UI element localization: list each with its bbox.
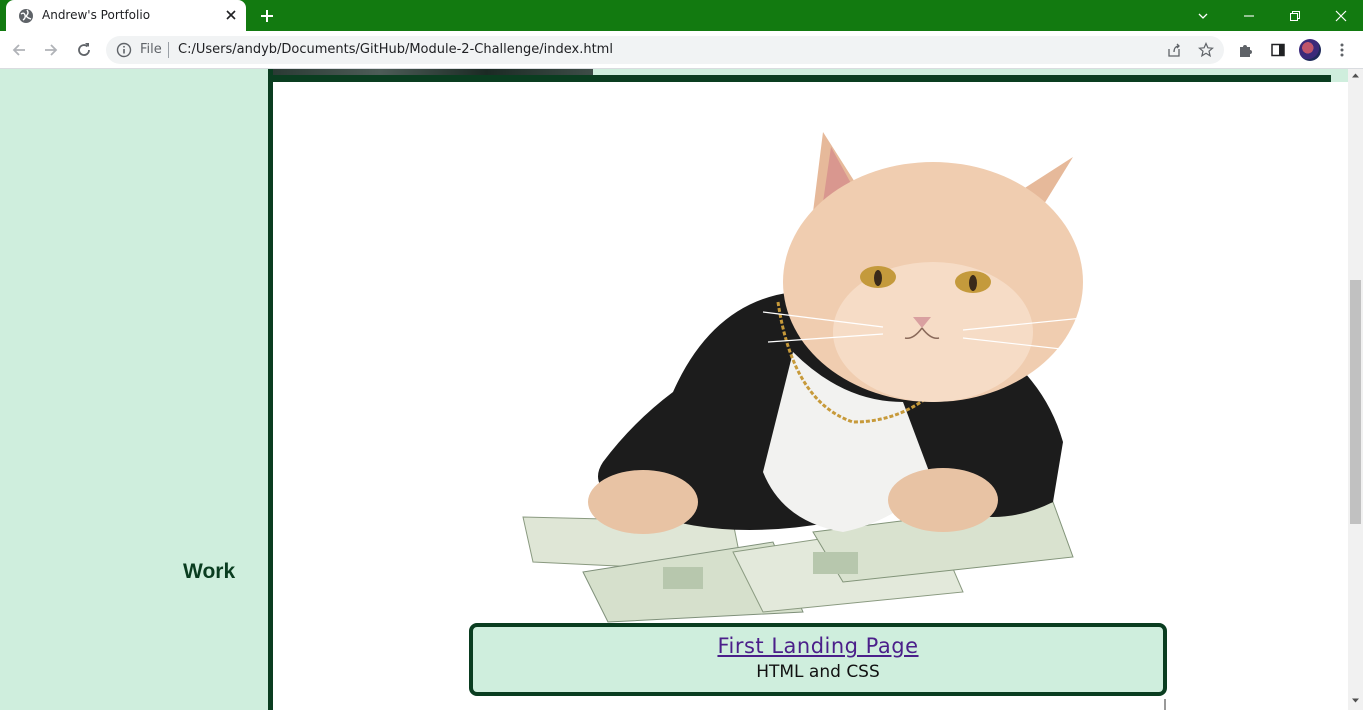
restore-button[interactable] xyxy=(1272,0,1318,31)
globe-icon xyxy=(19,9,33,23)
next-project-edge xyxy=(1164,699,1166,710)
side-panel-button[interactable] xyxy=(1267,39,1289,61)
work-section-heading: Work xyxy=(183,560,236,583)
tab-search-button[interactable] xyxy=(1180,0,1226,31)
right-paw xyxy=(888,468,998,532)
project-tech-label: HTML and CSS xyxy=(756,662,880,682)
info-icon[interactable] xyxy=(116,42,132,58)
forward-button[interactable] xyxy=(40,39,62,61)
card-frame-top xyxy=(273,75,1331,82)
minimize-button[interactable] xyxy=(1226,0,1272,31)
cat-in-suit-with-money-image[interactable] xyxy=(513,102,1133,632)
share-icon[interactable] xyxy=(1166,42,1182,58)
scroll-down-arrow-icon[interactable] xyxy=(1351,696,1360,705)
arrow-right-icon xyxy=(45,44,58,56)
back-button[interactable] xyxy=(8,39,30,61)
extensions-button[interactable] xyxy=(1235,39,1257,61)
project-card: First Landing Page HTML and CSS xyxy=(273,82,1348,710)
browser-tab-strip: Andrew's Portfolio xyxy=(0,0,1363,31)
minimize-icon xyxy=(1244,14,1254,17)
bookmark-star-icon[interactable] xyxy=(1198,42,1214,58)
close-window-button[interactable] xyxy=(1318,0,1363,31)
profile-avatar[interactable] xyxy=(1299,39,1321,61)
close-tab-icon[interactable] xyxy=(224,8,238,22)
chevron-down-icon xyxy=(1198,13,1208,19)
close-icon xyxy=(1335,10,1347,21)
reload-icon xyxy=(78,43,90,56)
tab-title: Andrew's Portfolio xyxy=(42,8,151,22)
address-divider xyxy=(168,42,169,58)
more-vertical-icon xyxy=(1340,43,1344,57)
address-bar[interactable]: File C:/Users/andyb/Documents/GitHub/Mod… xyxy=(106,36,1224,64)
browser-toolbar: File C:/Users/andyb/Documents/GitHub/Mod… xyxy=(0,31,1363,69)
address-scheme-label: File xyxy=(140,42,162,57)
scroll-up-arrow-icon[interactable] xyxy=(1351,71,1360,80)
reload-button[interactable] xyxy=(73,39,95,61)
first-landing-page-link[interactable]: First Landing Page xyxy=(473,634,1163,658)
browser-menu-button[interactable] xyxy=(1331,39,1353,61)
page-scrollbar[interactable] xyxy=(1348,69,1363,710)
new-tab-icon[interactable] xyxy=(258,7,276,25)
page-viewport: Work First Landing Page HTML and CSS xyxy=(0,69,1348,710)
url-text[interactable]: C:/Users/andyb/Documents/GitHub/Module-2… xyxy=(178,42,613,57)
arrow-left-icon xyxy=(12,44,25,56)
project-caption-box: First Landing Page HTML and CSS xyxy=(469,623,1167,696)
left-paw xyxy=(588,470,698,534)
puzzle-piece-icon xyxy=(1240,45,1252,57)
browser-tab[interactable]: Andrew's Portfolio xyxy=(6,0,246,31)
side-panel-icon xyxy=(1271,43,1285,57)
restore-icon xyxy=(1290,10,1300,21)
scroll-thumb[interactable] xyxy=(1350,280,1361,524)
